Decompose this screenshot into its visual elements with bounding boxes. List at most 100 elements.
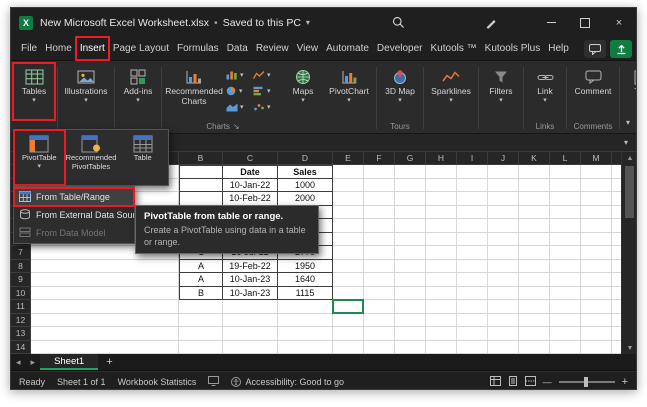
cell-M6[interactable]: [581, 232, 612, 246]
cell-K8[interactable]: [519, 259, 550, 273]
column-header-J[interactable]: J: [488, 152, 519, 165]
cell-A14[interactable]: [31, 340, 179, 354]
column-header-L[interactable]: L: [550, 152, 581, 165]
cell-L2[interactable]: [550, 178, 581, 192]
cell-N12[interactable]: [612, 313, 621, 327]
cell-D9[interactable]: 1640: [278, 273, 333, 287]
cell-I8[interactable]: [457, 259, 488, 273]
sheet-nav-left-icon[interactable]: ◂: [11, 357, 26, 368]
share-button[interactable]: [610, 40, 632, 58]
cell-F13[interactable]: [364, 327, 395, 341]
column-header-C[interactable]: C: [223, 152, 278, 165]
cell-H8[interactable]: [426, 259, 457, 273]
cell-B3[interactable]: [179, 192, 223, 206]
cell-M1[interactable]: [581, 165, 612, 179]
display-settings-icon[interactable]: [208, 375, 220, 388]
zoom-slider[interactable]: [558, 377, 615, 387]
cell-H14[interactable]: [426, 340, 457, 354]
addins-button[interactable]: Add-ins ▾: [117, 63, 159, 120]
cell-J4[interactable]: [488, 205, 519, 219]
dialog-launcher-icon[interactable]: ↘: [233, 122, 240, 131]
sheet-nav-right-icon[interactable]: ▸: [26, 357, 41, 368]
cell-C13[interactable]: [223, 327, 278, 341]
tab-review[interactable]: Review: [252, 37, 293, 60]
illustrations-button[interactable]: Illustrations ▾: [60, 63, 112, 120]
cell-I12[interactable]: [457, 313, 488, 327]
cell-I14[interactable]: [457, 340, 488, 354]
cell-A8[interactable]: [31, 259, 179, 273]
cell-G8[interactable]: [395, 259, 426, 273]
cell-K1[interactable]: [519, 165, 550, 179]
cell-K9[interactable]: [519, 273, 550, 287]
cell-G7[interactable]: [395, 246, 426, 260]
cell-M13[interactable]: [581, 327, 612, 341]
cell-J10[interactable]: [488, 286, 519, 300]
cell-H5[interactable]: [426, 219, 457, 233]
cell-N9[interactable]: [612, 273, 621, 287]
cell-G2[interactable]: [395, 178, 426, 192]
maps-button[interactable]: Maps ▾: [282, 63, 324, 120]
cell-E3[interactable]: [333, 192, 364, 206]
cell-L7[interactable]: [550, 246, 581, 260]
vertical-scroll-thumb[interactable]: [625, 166, 634, 218]
cell-A13[interactable]: [31, 327, 179, 341]
cell-B9[interactable]: A: [179, 273, 223, 287]
cell-I13[interactable]: [457, 327, 488, 341]
cell-N7[interactable]: [612, 246, 621, 260]
cell-H3[interactable]: [426, 192, 457, 206]
tab-kutools-plus[interactable]: Kutools Plus: [481, 37, 545, 60]
recommended-charts-button[interactable]: Recommended Charts: [164, 63, 224, 120]
table-menu-button[interactable]: Table: [117, 130, 168, 185]
cell-E10[interactable]: [333, 286, 364, 300]
cell-E6[interactable]: [333, 232, 364, 246]
menu-from-table-range[interactable]: From Table/Range: [13, 187, 135, 207]
cell-F1[interactable]: [364, 165, 395, 179]
cell-D13[interactable]: [278, 327, 333, 341]
row-header-12[interactable]: 12: [11, 313, 31, 327]
cell-H10[interactable]: [426, 286, 457, 300]
cell-A10[interactable]: [31, 286, 179, 300]
cell-D3[interactable]: 2000: [278, 192, 333, 206]
cell-M12[interactable]: [581, 313, 612, 327]
cell-K3[interactable]: [519, 192, 550, 206]
workbook-statistics-button[interactable]: Workbook Statistics: [118, 377, 197, 387]
cell-F4[interactable]: [364, 205, 395, 219]
cell-A12[interactable]: [31, 313, 179, 327]
pivotchart-button[interactable]: PivotChart ▾: [324, 63, 374, 120]
cell-H11[interactable]: [426, 300, 457, 314]
row-header-7[interactable]: 7: [11, 246, 31, 260]
cell-F12[interactable]: [364, 313, 395, 327]
cell-M14[interactable]: [581, 340, 612, 354]
cell-C12[interactable]: [223, 313, 278, 327]
tab-kutools[interactable]: Kutools ™: [427, 37, 481, 60]
cell-I7[interactable]: [457, 246, 488, 260]
collapse-ribbon-icon[interactable]: ▾: [626, 118, 630, 127]
add-sheet-button[interactable]: +: [98, 356, 120, 368]
cell-C8[interactable]: 19-Feb-22: [223, 259, 278, 273]
cell-D12[interactable]: [278, 313, 333, 327]
cell-E2[interactable]: [333, 178, 364, 192]
cell-L4[interactable]: [550, 205, 581, 219]
pie-chart-button[interactable]: ▾: [226, 83, 253, 99]
cell-G3[interactable]: [395, 192, 426, 206]
cell-N14[interactable]: [612, 340, 621, 354]
cell-G14[interactable]: [395, 340, 426, 354]
tab-formulas[interactable]: Formulas: [173, 37, 223, 60]
cell-I9[interactable]: [457, 273, 488, 287]
cell-C14[interactable]: [223, 340, 278, 354]
cell-N3[interactable]: [612, 192, 621, 206]
cell-J9[interactable]: [488, 273, 519, 287]
cell-F2[interactable]: [364, 178, 395, 192]
text-button[interactable]: Tex ▾: [622, 63, 636, 120]
cell-K7[interactable]: [519, 246, 550, 260]
cell-A11[interactable]: [31, 300, 179, 314]
minimize-button[interactable]: [534, 8, 568, 37]
sparklines-button[interactable]: Sparklines ▾: [426, 63, 476, 120]
cell-I4[interactable]: [457, 205, 488, 219]
sheet-tab-sheet1[interactable]: Sheet1: [40, 354, 99, 370]
saved-status[interactable]: Saved to this PC: [223, 17, 301, 29]
cell-K10[interactable]: [519, 286, 550, 300]
cell-E14[interactable]: [333, 340, 364, 354]
cell-H2[interactable]: [426, 178, 457, 192]
column-header-H[interactable]: H: [426, 152, 457, 165]
